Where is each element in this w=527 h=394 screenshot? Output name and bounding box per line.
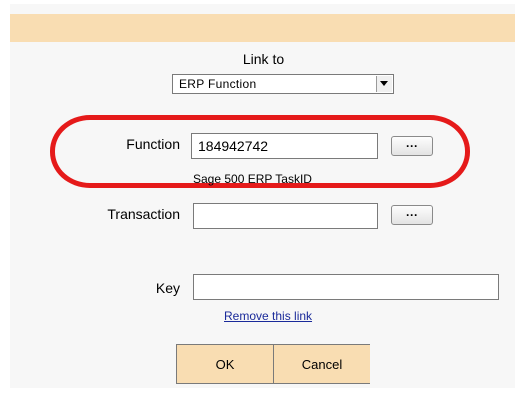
link-type-select[interactable]: ERP Function bbox=[172, 74, 394, 94]
key-label: Key bbox=[155, 280, 180, 296]
key-input[interactable] bbox=[193, 274, 499, 300]
function-input[interactable] bbox=[191, 133, 378, 159]
function-label: Function bbox=[126, 136, 180, 152]
action-buttons: OK Cancel bbox=[176, 344, 370, 384]
link-to-label: Link to bbox=[242, 51, 285, 67]
cancel-button[interactable]: Cancel bbox=[274, 345, 370, 383]
link-type-select-value: ERP Function bbox=[179, 77, 257, 91]
chevron-down-icon[interactable] bbox=[376, 76, 392, 92]
function-browse-button[interactable]: ··· bbox=[391, 136, 433, 156]
remove-link[interactable]: Remove this link bbox=[224, 309, 312, 323]
transaction-label: Transaction bbox=[107, 206, 180, 222]
transaction-browse-button[interactable]: ··· bbox=[391, 205, 433, 225]
transaction-input[interactable] bbox=[193, 203, 378, 229]
title-bar bbox=[10, 14, 515, 42]
function-hint: Sage 500 ERP TaskID bbox=[193, 172, 312, 186]
ok-button[interactable]: OK bbox=[177, 345, 273, 383]
